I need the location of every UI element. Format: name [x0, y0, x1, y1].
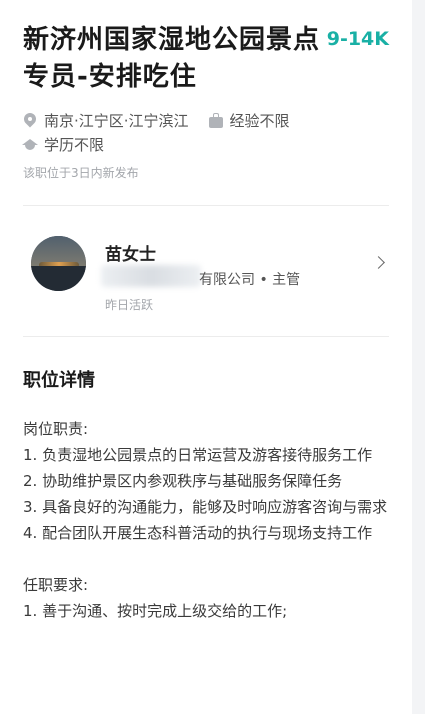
chevron-right-icon[interactable]: [372, 256, 385, 269]
experience-text: 经验不限: [229, 112, 290, 130]
graduation-cap-icon: [22, 137, 38, 153]
job-description: 岗位职责: 1. 负责湿地公园景点的日常运营及游客接待服务工作 2. 协助维护景…: [23, 416, 389, 624]
scrollbar-track: [412, 0, 425, 714]
requirements-heading: 任职要求:: [23, 576, 89, 594]
duty-item: 4. 配合团队开展生态科普活动的执行与现场支持工作: [23, 524, 373, 542]
job-meta-row-2: 学历不限: [22, 134, 124, 155]
briefcase-icon: [208, 112, 223, 129]
recruiter-card[interactable]: 苗女士 有限公司 • 主管 昨日活跃: [23, 228, 389, 318]
job-detail-page: 新济州国家湿地公园景点专员-安排吃住 9-14K 南京·江宁区·江宁滨江 经验不…: [0, 0, 425, 714]
duties-heading: 岗位职责:: [23, 420, 89, 438]
recruiter-active-status: 昨日活跃: [105, 298, 154, 312]
posted-note: 该职位于3日内新发布: [23, 166, 139, 180]
experience-item: 经验不限: [208, 110, 290, 131]
section-title-job-details: 职位详情: [23, 370, 95, 391]
duty-item: 1. 负责湿地公园景点的日常运营及游客接待服务工作: [23, 446, 373, 464]
pin-icon: [23, 113, 37, 129]
divider: [23, 336, 389, 337]
duty-item: 3. 具备良好的沟通能力，能够及时响应游客咨询与需求: [23, 498, 388, 516]
avatar[interactable]: [31, 236, 86, 291]
education-item: 学历不限: [22, 134, 105, 155]
education-text: 学历不限: [44, 136, 105, 154]
location-item: 南京·江宁区·江宁滨江: [23, 110, 189, 131]
recruiter-name: 苗女士: [105, 245, 156, 265]
duty-item: 2. 协助维护景区内参观秩序与基础服务保障任务: [23, 472, 343, 490]
recruiter-company-title: 有限公司 • 主管: [199, 272, 301, 288]
divider: [23, 205, 389, 206]
salary: 9-14K: [326, 28, 389, 50]
location-text: 南京·江宁区·江宁滨江: [44, 112, 189, 130]
job-title: 新济州国家湿地公园景点专员-安排吃住: [23, 25, 321, 92]
company-name-redacted: [101, 265, 201, 287]
requirement-item: 1. 善于沟通、按时完成上级交给的工作;: [23, 602, 288, 620]
job-meta-row-1: 南京·江宁区·江宁滨江 经验不限: [23, 110, 310, 131]
